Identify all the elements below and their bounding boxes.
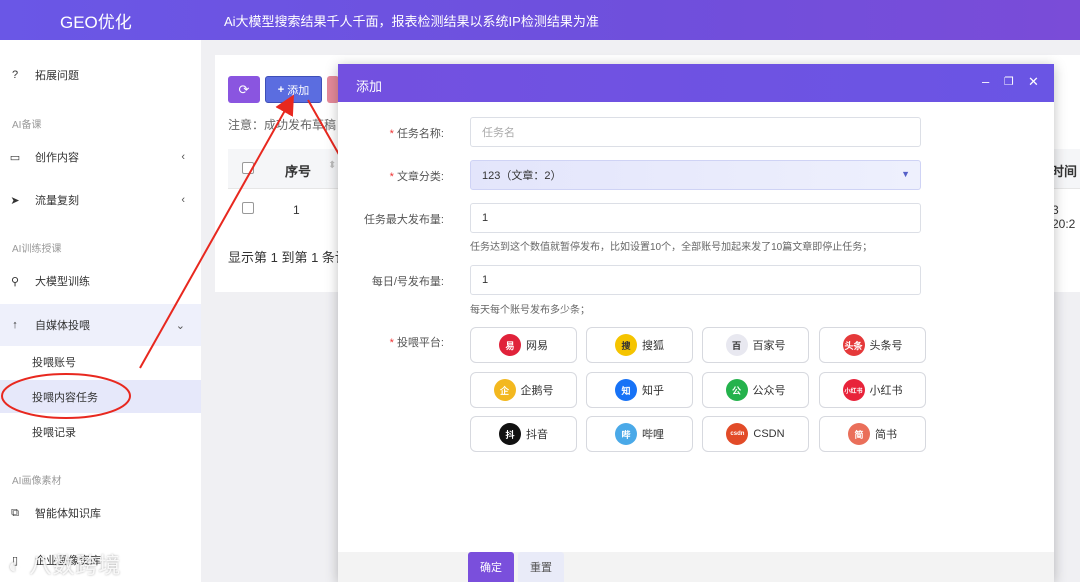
platform-icon: csdn: [726, 423, 749, 445]
platform-option[interactable]: 知知乎: [586, 372, 693, 408]
platform-option[interactable]: 小红书 小红书: [819, 372, 926, 408]
platform-label: 搜狐: [642, 340, 664, 352]
platform-icon: 百: [725, 334, 748, 356]
platform-icon: 小红书: [842, 379, 865, 401]
platform-label: 百家号: [752, 340, 786, 352]
annotation-arrow: [139, 94, 294, 369]
platform-icon: 头条: [842, 334, 865, 356]
category-select[interactable]: 123（文章：2） ▼: [470, 160, 921, 190]
platform-label: 头条号: [869, 340, 903, 352]
platform-label: 小红书: [869, 385, 903, 397]
close-icon[interactable]: ✕: [1028, 74, 1039, 90]
platform-option[interactable]: 百百家号: [702, 327, 809, 363]
platform-icon: 知: [615, 379, 637, 401]
platform-option[interactable]: 易网易: [470, 327, 577, 363]
max-publish-label: 任务最大发布量:: [363, 214, 444, 226]
platform-icon: 简: [848, 423, 870, 445]
dialog-footer: 确定 重置: [338, 552, 1054, 582]
platform-option[interactable]: 抖抖音: [470, 416, 577, 452]
platform-label: 公众号: [752, 385, 786, 397]
platform-option[interactable]: 企企鹅号: [470, 372, 577, 408]
platform-option[interactable]: 头条 头条号: [819, 327, 926, 363]
platform-icon: 哔: [615, 423, 637, 445]
platform-option[interactable]: 搜搜狐: [586, 327, 693, 363]
platform-label: 知乎: [642, 385, 664, 397]
platform-label: 网易: [526, 340, 548, 352]
platform-label: 抖音: [526, 429, 548, 441]
category-label: * 文章分类:: [389, 171, 444, 183]
annotation-circle: [1, 373, 131, 419]
caret-down-icon: ▼: [901, 169, 910, 179]
platform-label: CSDN: [753, 428, 785, 440]
daily-publish-hint: 每天每个账号发布多少条；: [470, 305, 590, 316]
max-publish-input[interactable]: 1: [470, 203, 921, 233]
platform-icon: 搜: [615, 334, 637, 356]
platform-option[interactable]: csdn CSDN: [702, 416, 809, 452]
platform-label: 简书: [875, 429, 897, 441]
category-select-value: 123（文章：2）: [482, 170, 562, 182]
confirm-button[interactable]: 确定: [468, 552, 514, 582]
max-publish-hint: 任务达到这个数值就暂停发布，比如设置10个，全部账号加起来发了10篇文章即停止任…: [470, 242, 873, 253]
dialog-header: 添加 – ❐ ✕: [338, 64, 1054, 102]
task-name-input[interactable]: 任务名: [470, 117, 921, 147]
platform-option[interactable]: 哔哔哩: [586, 416, 693, 452]
platform-icon: 易: [499, 334, 521, 356]
daily-publish-label: 每日/号发布量:: [371, 276, 444, 288]
watermark-logo: ◐ 八数跨境: [8, 553, 122, 578]
reset-button[interactable]: 重置: [518, 552, 564, 582]
task-name-label: * 任务名称:: [389, 128, 444, 140]
platform-label: * 投喂平台:: [389, 337, 444, 349]
platform-option[interactable]: 简简书: [819, 416, 926, 452]
platform-icon: 公: [725, 379, 748, 401]
add-dialog: 添加 – ❐ ✕ * 任务名称: 任务名 * 文章分类: 123（文章：2） ▼ 任…: [338, 64, 1054, 582]
watermark-icon: ◐: [8, 553, 23, 578]
platform-label: 企鹅号: [520, 385, 554, 397]
dialog-title: 添加: [356, 79, 383, 94]
platform-label: 哔哩: [642, 429, 664, 441]
maximize-icon[interactable]: ❐: [1004, 75, 1014, 88]
platform-icon: 企: [493, 379, 516, 401]
platform-option[interactable]: 公公众号: [702, 372, 809, 408]
minimize-icon[interactable]: –: [982, 74, 989, 89]
daily-publish-input[interactable]: 1: [470, 265, 921, 295]
platform-icon: 抖: [499, 423, 521, 445]
